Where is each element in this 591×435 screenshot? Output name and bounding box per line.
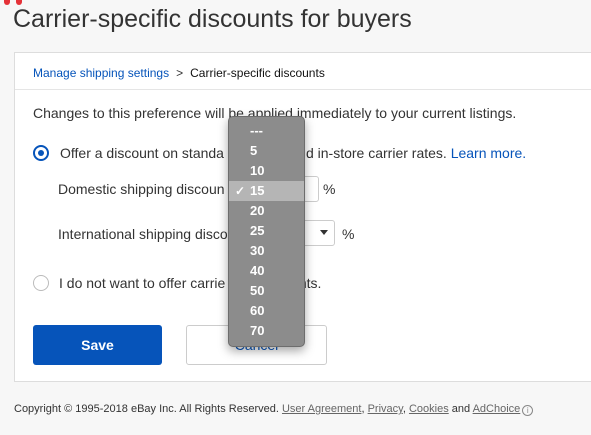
chevron-down-icon — [320, 230, 328, 235]
dropdown-option-label: 20 — [250, 203, 265, 218]
dropdown-option[interactable]: 20 — [229, 201, 304, 221]
radio-offer-discount[interactable] — [33, 145, 49, 161]
footer-link-user-agreement[interactable]: User Agreement — [282, 403, 361, 415]
dropdown-option-label: --- — [250, 123, 263, 138]
dropdown-option[interactable]: ✓ 15 — [229, 181, 304, 201]
footer-copyright: Copyright © 1995-2018 eBay Inc. All Righ… — [14, 403, 279, 415]
dropdown-option-label: 50 — [250, 283, 265, 298]
footer: Copyright © 1995-2018 eBay Inc. All Righ… — [14, 403, 534, 416]
logo-mark-red — [4, 0, 10, 5]
breadcrumb-link-manage-shipping[interactable]: Manage shipping settings — [33, 66, 169, 80]
dropdown-option-label: 5 — [250, 143, 258, 158]
footer-and: and — [451, 403, 471, 415]
option-offer-text-before: Offer a discount on standa — [60, 145, 224, 161]
dropdown-option[interactable]: 5 — [229, 141, 304, 161]
domestic-percent-unit: % — [323, 181, 336, 197]
footer-link-adchoice[interactable]: AdChoice — [473, 403, 521, 415]
dropdown-option[interactable]: 60 — [229, 301, 304, 321]
learn-more-link[interactable]: Learn more. — [451, 145, 526, 161]
check-icon: ✓ — [235, 184, 246, 198]
dropdown-option[interactable]: 40 — [229, 261, 304, 281]
breadcrumb-separator: > — [176, 66, 184, 80]
page-title: Carrier-specific discounts for buyers — [13, 5, 412, 33]
divider — [15, 89, 591, 90]
dropdown-option-label: 60 — [250, 303, 265, 318]
breadcrumb-current: Carrier-specific discounts — [190, 66, 325, 80]
option-none-text-before: I do not want to offer carrie — [59, 275, 226, 291]
dropdown-option-label: 70 — [250, 323, 265, 338]
dropdown-option-label: 40 — [250, 263, 265, 278]
dropdown-option-label: 25 — [250, 223, 265, 238]
international-discount-label: International shipping disco — [58, 226, 228, 242]
dropdown-option[interactable]: 50 — [229, 281, 304, 301]
dropdown-option[interactable]: --- — [229, 121, 304, 141]
footer-link-cookies[interactable]: Cookies — [409, 403, 449, 415]
breadcrumb: Manage shipping settings > Carrier-specifi… — [33, 66, 325, 80]
international-percent-unit: % — [342, 226, 355, 242]
dropdown-option[interactable]: 70 — [229, 321, 304, 341]
radio-no-discount[interactable] — [33, 275, 49, 291]
domestic-discount-label: Domestic shipping discoun — [58, 181, 225, 197]
save-button[interactable]: Save — [33, 325, 162, 365]
dropdown-option-label: 10 — [250, 163, 265, 178]
dropdown-option[interactable]: 30 — [229, 241, 304, 261]
dropdown-option[interactable]: 25 — [229, 221, 304, 241]
dropdown-option-label: 30 — [250, 243, 265, 258]
discount-options-dropdown[interactable]: --- 5 10 ✓ 15 20 25 30 40 50 60 70 — [228, 116, 305, 347]
adchoice-icon[interactable]: i — [522, 405, 534, 416]
footer-link-privacy[interactable]: Privacy — [368, 403, 403, 415]
dropdown-option[interactable]: 10 — [229, 161, 304, 181]
option-offer-text-after: d in-store carrier rates. — [305, 145, 447, 161]
dropdown-option-label: 15 — [250, 183, 265, 198]
